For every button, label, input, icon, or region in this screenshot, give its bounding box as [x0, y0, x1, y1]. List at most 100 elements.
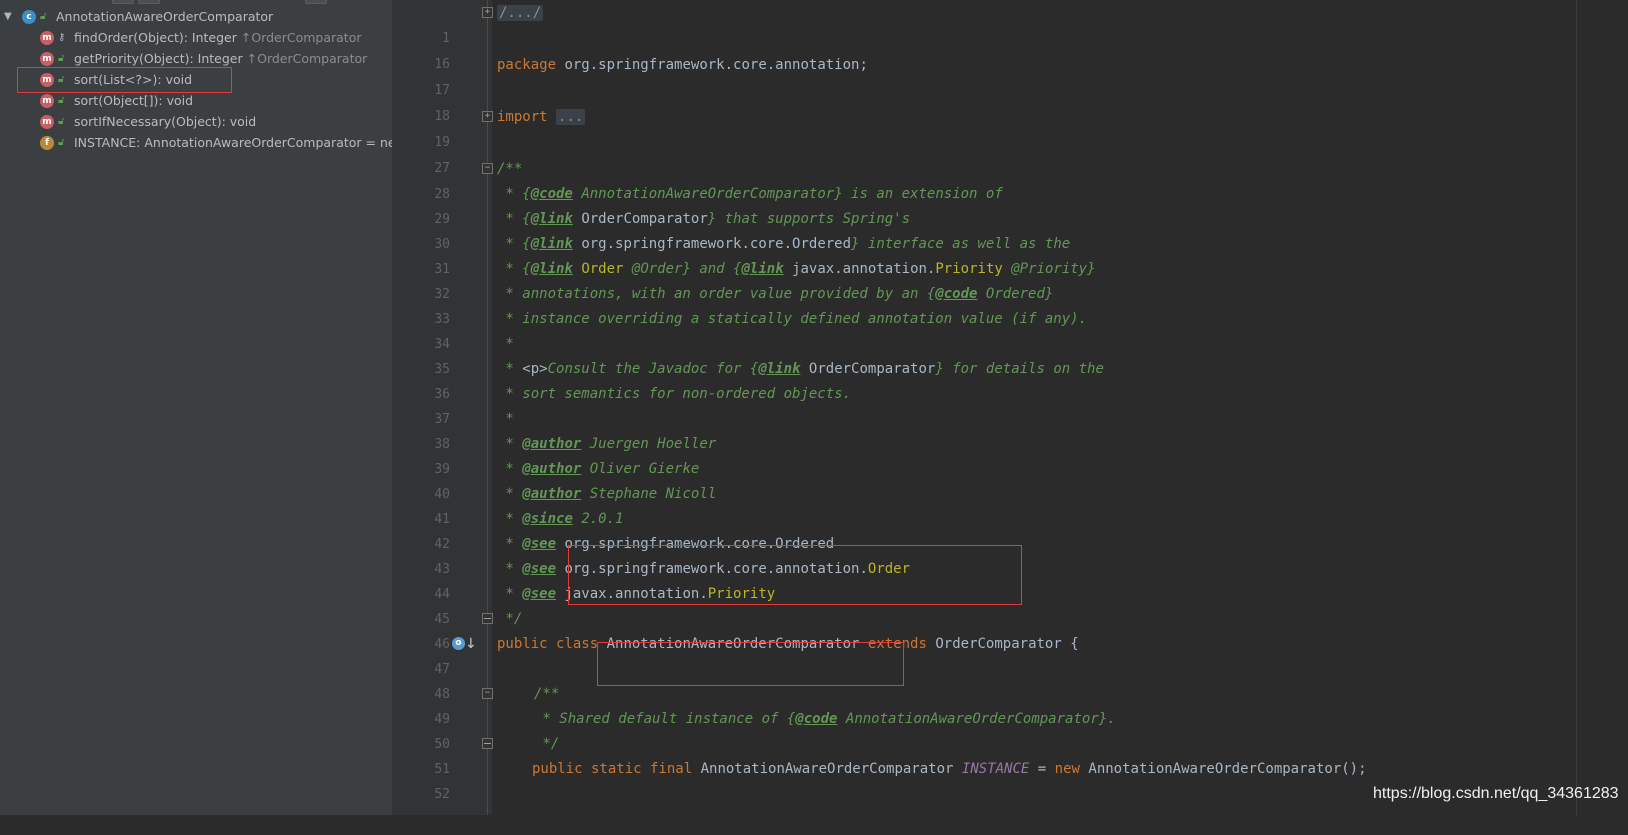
doc-tag: @see: [522, 561, 557, 577]
code-line: 17 package org.springframework.core.anno…: [0, 52, 1628, 98]
comment-text: * {: [497, 211, 531, 227]
code-line: 45 * @see javax.annotation.Priority: [0, 581, 1628, 627]
doc-tag: @link: [530, 236, 573, 252]
doc-link[interactable]: javax.annotation.: [792, 261, 935, 277]
doc-link[interactable]: org.springframework.core.annotation.: [564, 561, 867, 577]
doc-tag: @since: [522, 511, 573, 527]
doc-link[interactable]: Order: [581, 261, 623, 277]
comment-text: * annotations, with an order value provi…: [497, 286, 936, 302]
code-line: 1 + /.../: [0, 0, 1628, 46]
comment: */: [534, 736, 560, 752]
comment: /**: [534, 686, 560, 702]
comment-text: } that supports Spring's: [707, 211, 911, 227]
doc-tag: @link: [530, 261, 573, 277]
doc-link[interactable]: org.springframework.core.Ordered: [564, 536, 834, 552]
code-line: 34 * instance overriding a statically de…: [0, 306, 1628, 352]
fold-expand-icon[interactable]: +: [482, 7, 493, 18]
keyword: new: [1054, 761, 1080, 777]
implementations-icon[interactable]: o: [452, 637, 465, 650]
comment-text: @Priority}: [1002, 261, 1096, 277]
comment: */: [497, 611, 523, 627]
doc-tag: @link: [741, 261, 784, 277]
doc-link[interactable]: OrderComparator: [809, 361, 935, 377]
folded-imports[interactable]: ...: [556, 109, 586, 125]
code-line: 41 * @author Stephane Nicoll: [0, 481, 1628, 527]
code-line: 38 *: [0, 406, 1628, 452]
comment-text: * {: [497, 186, 531, 202]
doc-link[interactable]: javax.annotation.: [564, 586, 707, 602]
comment: *: [497, 411, 514, 427]
down-arrow-icon: ↓: [465, 636, 477, 652]
code-line: 49 − /**: [0, 681, 1628, 727]
operator: =: [1037, 761, 1047, 777]
comment-text: Consult the Javadoc for {: [547, 361, 759, 377]
field-name: INSTANCE: [961, 761, 1030, 777]
code-line: 37 * sort semantics for non-ordered obje…: [0, 381, 1628, 427]
comment-text: Oliver Gierke: [589, 461, 700, 477]
type-name: AnnotationAwareOrderComparator: [700, 761, 954, 777]
fold-collapse-icon[interactable]: −: [482, 163, 493, 174]
code-line: 29 * {@code AnnotationAwareOrderComparat…: [0, 181, 1628, 227]
code-line: 28 − /**: [0, 156, 1628, 202]
doc-tag: @code: [795, 711, 838, 727]
code-line: 27: [0, 130, 1628, 176]
comment-text: AnnotationAwareOrderComparator: [581, 186, 835, 202]
comment-text: 2.0.1: [581, 511, 624, 527]
doc-tag: @code: [935, 286, 978, 302]
code-line: 50 * Shared default instance of {@code A…: [0, 706, 1628, 752]
doc-link[interactable]: Priority: [708, 586, 775, 602]
constructor-call: AnnotationAwareOrderComparator();: [1088, 761, 1367, 777]
comment-text: * {: [497, 236, 531, 252]
doc-tag: @link: [758, 361, 801, 377]
comment-text: }: [1044, 286, 1054, 302]
code-line: 16: [0, 26, 1628, 72]
code-line: 30 * {@link OrderComparator} that suppor…: [0, 206, 1628, 252]
comment-text: @Order} and {: [623, 261, 742, 277]
class-name: AnnotationAwareOrderComparator: [606, 636, 860, 652]
code-line: 52 public static final AnnotationAwareOr…: [0, 756, 1628, 802]
folded-region[interactable]: /.../: [497, 5, 544, 21]
comment-text: } for details on the: [935, 361, 1104, 377]
comment: * instance overriding a statically defin…: [497, 311, 1088, 327]
comment: /**: [497, 161, 523, 177]
superclass-name[interactable]: OrderComparator {: [935, 636, 1078, 652]
fold-collapse-icon[interactable]: −: [482, 688, 493, 699]
doc-link[interactable]: org.springframework.core.Ordered: [581, 236, 851, 252]
code-line: 18: [0, 78, 1628, 124]
package-name: org.springframework.core.annotation;: [564, 57, 868, 73]
code-line: 47 o ↓ public class AnnotationAwareOrder…: [0, 631, 1628, 677]
keyword: package: [497, 57, 557, 73]
code-line: 39 * @author Juergen Hoeller: [0, 431, 1628, 477]
doc-link[interactable]: OrderComparator: [581, 211, 707, 227]
code-line: 51 */: [0, 731, 1628, 777]
comment-text: Juergen Hoeller: [589, 436, 717, 452]
fold-end-icon[interactable]: [482, 738, 493, 749]
keyword: import: [497, 109, 548, 125]
code-line: 40 * @author Oliver Gierke: [0, 456, 1628, 502]
doc-tag: @link: [530, 211, 573, 227]
fold-expand-icon[interactable]: +: [482, 111, 493, 122]
comment-text: Ordered: [985, 286, 1045, 302]
comment-text: AnnotationAwareOrderComparator: [845, 711, 1099, 727]
code-line: 46 */: [0, 606, 1628, 652]
comment-text: }.: [1098, 711, 1116, 727]
code-line: 33 * annotations, with an order value pr…: [0, 281, 1628, 327]
doc-link[interactable]: Order: [868, 561, 910, 577]
comment-text: } interface as well as the: [851, 236, 1071, 252]
doc-tag: @see: [522, 536, 557, 552]
keyword: extends: [867, 636, 927, 652]
keyword: public static final: [532, 761, 693, 777]
watermark: https://blog.csdn.net/qq_34361283: [1373, 785, 1619, 802]
html-tag: <p>: [522, 361, 548, 377]
doc-link[interactable]: Priority: [935, 261, 1002, 277]
code-line: 43 * @see org.springframework.core.Order…: [0, 531, 1628, 577]
code-line: 48: [0, 656, 1628, 702]
doc-tag: @author: [522, 461, 582, 477]
code-line: 35 *: [0, 331, 1628, 377]
fold-end-icon[interactable]: [482, 613, 493, 624]
comment: * sort semantics for non-ordered objects…: [497, 386, 852, 402]
keyword: public class: [497, 636, 599, 652]
doc-tag: @author: [522, 436, 582, 452]
comment-text: Stephane Nicoll: [589, 486, 717, 502]
code-line: 36 * <p>Consult the Javadoc for {@link O…: [0, 356, 1628, 402]
